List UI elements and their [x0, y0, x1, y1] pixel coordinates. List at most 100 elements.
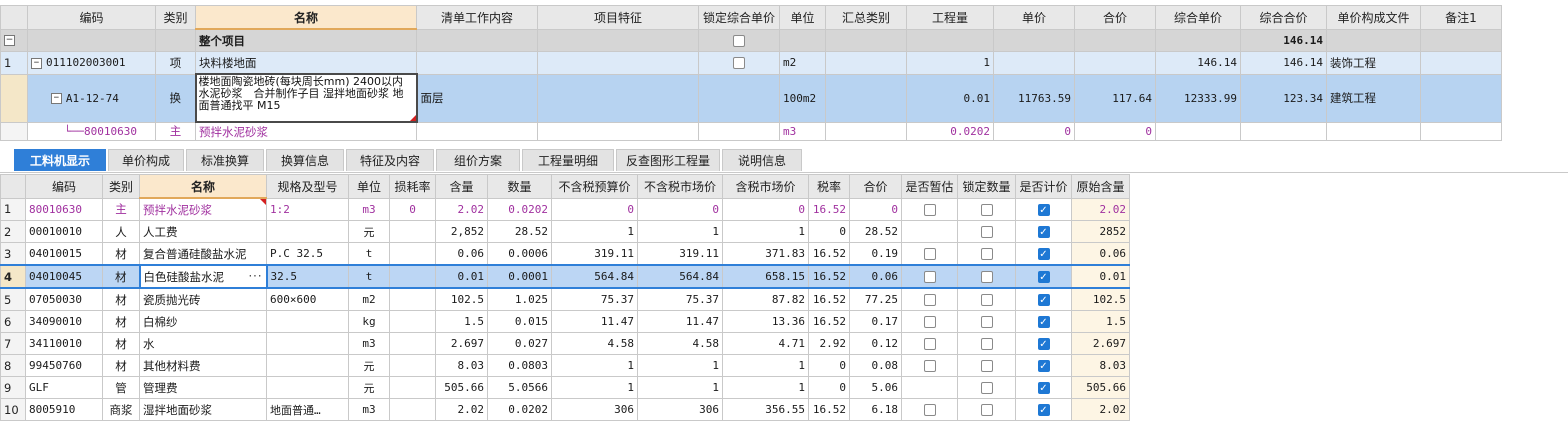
- resource-spec[interactable]: 32.5: [266, 264, 349, 289]
- resource-budget-price[interactable]: 564.84: [551, 264, 638, 289]
- resource-tax-market-price[interactable]: 658.15: [722, 264, 809, 289]
- resource-market-price[interactable]: 11.47: [637, 310, 723, 333]
- resource-spec[interactable]: [266, 354, 349, 377]
- res-col-header-6[interactable]: 损耗率: [389, 174, 436, 199]
- resource-name[interactable]: 预拌水泥砂浆: [139, 197, 267, 221]
- resource-content[interactable]: 0.06: [435, 242, 488, 266]
- resource-budget-price[interactable]: 1: [551, 354, 638, 377]
- resource-tax-rate[interactable]: 0: [808, 376, 850, 399]
- col-header-9[interactable]: 工程量: [906, 5, 994, 30]
- resource-loss[interactable]: [389, 310, 436, 333]
- resource-code[interactable]: 07050030: [25, 287, 103, 311]
- resource-tax-market-price[interactable]: 13.36: [722, 310, 809, 333]
- resource-tax-rate[interactable]: 16.52: [808, 287, 850, 311]
- estimate-checkbox[interactable]: [923, 294, 936, 306]
- estimate-checkbox[interactable]: [923, 203, 936, 216]
- count-price-checkbox[interactable]: ✓: [1037, 404, 1050, 416]
- count-price-checkbox[interactable]: ✓: [1037, 248, 1050, 260]
- minus-box-icon[interactable]: −: [31, 57, 42, 69]
- resource-market-price[interactable]: 0: [637, 197, 723, 221]
- res-col-header-0[interactable]: [0, 174, 26, 199]
- resource-market-price[interactable]: 75.37: [637, 287, 723, 311]
- res-col-header-10[interactable]: 不含税市场价: [637, 174, 723, 199]
- col-header-11[interactable]: 合价: [1074, 5, 1156, 30]
- project-total-row[interactable]: − 整个项目 146.14: [0, 28, 1502, 52]
- resource-market-price[interactable]: 306: [637, 398, 723, 421]
- estimate-cell[interactable]: [901, 332, 958, 355]
- resource-spec[interactable]: [266, 220, 349, 243]
- col-header-10[interactable]: 单价: [993, 5, 1075, 30]
- resource-budget-price[interactable]: 0: [551, 197, 638, 221]
- count-price-checkbox[interactable]: ✓: [1037, 203, 1050, 216]
- sub-item-row[interactable]: − A1-12-74 换 楼地面陶瓷地砖(每块周长mm) 2400以内 水泥砂浆 …: [0, 73, 1502, 123]
- count-price-checkbox[interactable]: ✓: [1037, 360, 1050, 372]
- resource-market-price[interactable]: 4.58: [637, 332, 723, 355]
- item-name[interactable]: 块料楼地面: [195, 51, 417, 75]
- resource-name[interactable]: 白棉纱: [139, 310, 267, 333]
- count-price-checkbox[interactable]: ✓: [1037, 271, 1050, 283]
- lock-qty-checkbox[interactable]: [980, 338, 993, 350]
- resource-budget-price[interactable]: 4.58: [551, 332, 638, 355]
- resource-market-price[interactable]: 1: [637, 354, 723, 377]
- resource-code[interactable]: 8005910: [25, 398, 103, 421]
- resource-tax-rate[interactable]: 16.52: [808, 310, 850, 333]
- estimate-cell[interactable]: [901, 287, 958, 311]
- count-price-checkbox[interactable]: ✓: [1037, 226, 1050, 238]
- resource-row[interactable]: 7 34110010 材水 m3 2.697 0.027 4.58 4.58 4.71 2.92 0…: [0, 332, 1130, 355]
- resource-tax-market-price[interactable]: 87.82: [722, 287, 809, 311]
- resource-market-price[interactable]: 1: [637, 220, 723, 243]
- estimate-cell[interactable]: [901, 220, 958, 243]
- lock-price-checkbox[interactable]: [733, 34, 745, 47]
- col-header-6[interactable]: 锁定综合单价: [698, 5, 780, 30]
- resource-tax-market-price[interactable]: 0: [722, 197, 809, 221]
- resource-tax-rate[interactable]: 0: [808, 354, 850, 377]
- count-price-checkbox[interactable]: ✓: [1037, 338, 1050, 350]
- resource-qty[interactable]: 0.0202: [487, 197, 552, 221]
- tab-6[interactable]: 工程量明细: [522, 149, 614, 171]
- resource-qty[interactable]: 0.0006: [487, 242, 552, 266]
- estimate-cell[interactable]: [901, 310, 958, 333]
- count-price-cell[interactable]: ✓: [1015, 287, 1072, 311]
- resource-code[interactable]: 80010630: [25, 197, 103, 221]
- col-header-5[interactable]: 项目特征: [537, 5, 699, 30]
- res-col-header-5[interactable]: 单位: [348, 174, 390, 199]
- resource-name[interactable]: 复合普通硅酸盐水泥: [139, 242, 267, 266]
- estimate-checkbox[interactable]: [923, 271, 936, 283]
- resource-spec[interactable]: P.C 32.5: [266, 242, 349, 266]
- resource-tax-rate[interactable]: 2.92: [808, 332, 850, 355]
- resource-content[interactable]: 8.03: [435, 354, 488, 377]
- resource-tax-market-price[interactable]: 356.55: [722, 398, 809, 421]
- resource-loss[interactable]: [389, 332, 436, 355]
- resource-budget-price[interactable]: 306: [551, 398, 638, 421]
- resource-name[interactable]: 水: [139, 332, 267, 355]
- resource-content[interactable]: 505.66: [435, 376, 488, 399]
- resource-spec[interactable]: [266, 310, 349, 333]
- resource-content[interactable]: 2.02: [435, 398, 488, 421]
- resource-content[interactable]: 2.02: [435, 197, 488, 221]
- resource-row[interactable]: 8 99450760 材其他材料费元 8.03 0.0803 1 1 1 0 0.08 ✓ 8.03: [0, 354, 1130, 377]
- count-price-cell[interactable]: ✓: [1015, 220, 1072, 243]
- resource-budget-price[interactable]: 75.37: [551, 287, 638, 311]
- resource-qty[interactable]: 28.52: [487, 220, 552, 243]
- estimate-cell[interactable]: [901, 376, 958, 399]
- resource-spec[interactable]: 600×600: [266, 287, 349, 311]
- count-price-cell[interactable]: ✓: [1015, 398, 1072, 421]
- res-col-header-8[interactable]: 数量: [487, 174, 552, 199]
- lock-qty-checkbox[interactable]: [980, 382, 993, 394]
- resource-budget-price[interactable]: 11.47: [551, 310, 638, 333]
- minus-box-icon[interactable]: −: [4, 35, 15, 47]
- resource-row[interactable]: 5 07050030 材瓷质抛光砖 600×600 m2 102.5 1.025 75.37 7…: [0, 287, 1130, 311]
- res-col-header-4[interactable]: 规格及型号: [266, 174, 349, 199]
- resource-loss[interactable]: [389, 376, 436, 399]
- lock-qty-checkbox[interactable]: [980, 203, 993, 216]
- resource-loss[interactable]: [389, 264, 436, 289]
- main-material-row[interactable]: └──80010630 主 预拌水泥砂浆 m3 0.0202 0 0: [0, 121, 1502, 141]
- resource-loss[interactable]: [389, 242, 436, 266]
- lock-qty-checkbox[interactable]: [980, 294, 993, 306]
- tab-8[interactable]: 说明信息: [722, 149, 802, 171]
- tab-0[interactable]: 工料机显示: [14, 149, 106, 171]
- lock-price-checkbox[interactable]: [733, 57, 745, 70]
- col-header-4[interactable]: 清单工作内容: [416, 5, 538, 30]
- res-col-header-7[interactable]: 含量: [435, 174, 488, 199]
- estimate-cell[interactable]: [901, 398, 958, 421]
